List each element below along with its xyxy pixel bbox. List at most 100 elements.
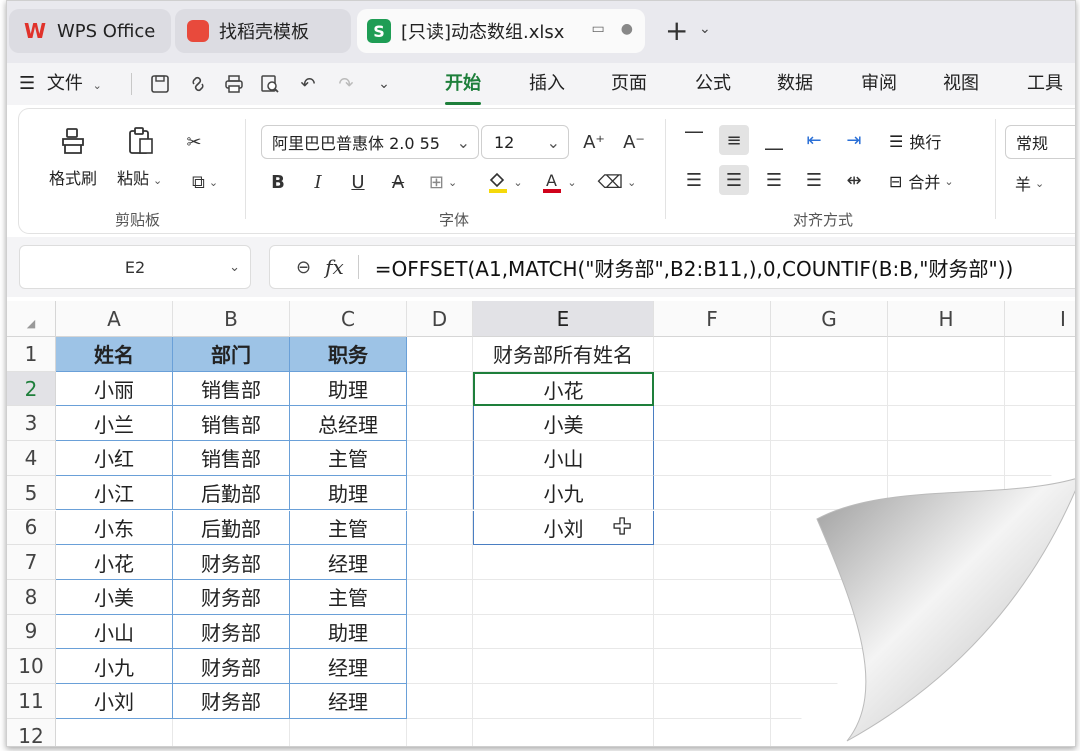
grid-cell[interactable] — [473, 684, 654, 719]
underline-button[interactable]: U — [343, 167, 373, 197]
table-cell[interactable]: 经理 — [290, 684, 407, 719]
column-header-e[interactable]: E — [473, 301, 654, 337]
grid-cell[interactable] — [654, 475, 771, 511]
menu-tab-page[interactable]: 页面 — [611, 69, 647, 99]
grid-cell[interactable] — [771, 406, 888, 442]
grid-cell[interactable] — [407, 337, 473, 372]
row-header-12[interactable]: 12 — [7, 718, 56, 746]
table-cell[interactable]: 销售部 — [173, 441, 290, 476]
result-cell[interactable]: 小美 — [473, 406, 654, 442]
menu-tab-insert[interactable]: 插入 — [529, 69, 565, 99]
grid-cell[interactable] — [654, 371, 771, 407]
grid-cell[interactable] — [290, 718, 407, 746]
table-cell[interactable]: 财务部 — [173, 684, 290, 719]
font-color-button[interactable]: A ⌄ — [539, 167, 579, 197]
column-header-a[interactable]: A — [56, 301, 173, 337]
undo-icon[interactable]: ↶ — [295, 71, 321, 97]
column-header-b[interactable]: B — [173, 301, 290, 337]
menu-tab-home[interactable]: 开始 — [445, 69, 481, 105]
grid-cell[interactable] — [407, 684, 473, 719]
wrap-text-button[interactable]: ☰ 换行 — [889, 129, 941, 153]
table-cell[interactable]: 小花 — [56, 545, 173, 580]
grid-cell[interactable] — [654, 441, 771, 476]
table-cell[interactable]: 小兰 — [56, 406, 173, 442]
table-cell[interactable]: 财务部 — [173, 545, 290, 580]
table-cell[interactable]: 小丽 — [56, 371, 173, 407]
save-icon[interactable] — [147, 71, 173, 97]
grid-cell[interactable] — [473, 579, 654, 615]
number-format-select[interactable]: 常规 — [1005, 125, 1075, 159]
table-cell[interactable]: 小红 — [56, 441, 173, 476]
grid-cell[interactable] — [473, 649, 654, 684]
grid-cell[interactable] — [407, 475, 473, 511]
table-cell[interactable]: 助理 — [290, 614, 407, 650]
grid-cell[interactable] — [407, 718, 473, 746]
italic-button[interactable]: I — [303, 167, 333, 197]
table-header-cell[interactable]: 姓名 — [56, 337, 173, 372]
table-cell[interactable]: 销售部 — [173, 371, 290, 407]
table-header-cell[interactable]: 职务 — [290, 337, 407, 372]
table-cell[interactable]: 财务部 — [173, 579, 290, 615]
column-header-c[interactable]: C — [290, 301, 407, 337]
table-header-cell[interactable]: 部门 — [173, 337, 290, 372]
function-fx-icon[interactable]: fx — [325, 255, 344, 279]
select-all-corner[interactable]: ◢ — [7, 301, 56, 337]
grid-cell[interactable] — [654, 684, 771, 719]
result-header-cell[interactable]: 财务部所有姓名 — [473, 337, 654, 372]
align-middle-icon[interactable]: ≡ — [719, 125, 749, 155]
font-shrink-icon[interactable]: A⁻ — [619, 127, 649, 157]
chevron-down-icon[interactable]: ⌄ — [699, 21, 711, 37]
grid-cell[interactable] — [771, 371, 888, 407]
row-header-7[interactable]: 7 — [7, 545, 56, 580]
table-cell[interactable]: 小美 — [56, 579, 173, 615]
font-family-select[interactable]: 阿里巴巴普惠体 2.0 55 ⌄ — [261, 125, 479, 159]
row-header-5[interactable]: 5 — [7, 475, 56, 511]
grid-cell[interactable] — [654, 545, 771, 580]
table-cell[interactable]: 后勤部 — [173, 475, 290, 511]
cut-icon[interactable]: ✂ — [179, 127, 209, 157]
table-cell[interactable]: 小江 — [56, 475, 173, 511]
print-icon[interactable] — [221, 71, 247, 97]
name-box[interactable]: E2 ⌄ — [19, 245, 251, 289]
row-header-2[interactable]: 2 — [7, 371, 56, 407]
fill-color-button[interactable]: ⌄ — [485, 167, 525, 197]
font-grow-icon[interactable]: A⁺ — [579, 127, 609, 157]
paste-button[interactable]: 粘贴 ⌄ — [117, 125, 162, 189]
tab-docer-templates[interactable]: 找稻壳模板 — [175, 9, 351, 53]
currency-format-button[interactable]: 羊 ⌄ — [1015, 171, 1044, 195]
format-painter-button[interactable]: 格式刷 — [49, 125, 97, 189]
table-cell[interactable]: 小东 — [56, 510, 173, 546]
table-cell[interactable]: 主管 — [290, 441, 407, 476]
menu-tab-formulas[interactable]: 公式 — [695, 69, 731, 99]
unsaved-dot-icon[interactable]: ● — [621, 21, 633, 37]
grid-cell[interactable] — [473, 614, 654, 650]
justify-icon[interactable]: ☰ — [799, 165, 829, 195]
table-cell[interactable]: 助理 — [290, 475, 407, 511]
decrease-indent-icon[interactable]: ⇤ — [799, 125, 829, 155]
link-icon[interactable] — [185, 71, 211, 97]
align-top-icon[interactable]: ⎺ — [679, 125, 709, 155]
grid-cell[interactable] — [1005, 372, 1075, 407]
font-size-select[interactable]: 12 ⌄ — [481, 125, 569, 159]
grid-cell[interactable] — [654, 579, 771, 615]
column-header-i[interactable]: I — [1005, 301, 1075, 337]
table-cell[interactable]: 小山 — [56, 614, 173, 650]
table-cell[interactable]: 财务部 — [173, 649, 290, 684]
grid-cell[interactable] — [407, 510, 473, 546]
row-header-4[interactable]: 4 — [7, 441, 56, 476]
grid-cell[interactable] — [407, 371, 473, 407]
window-display-icon[interactable]: ▭ — [592, 21, 605, 37]
result-cell[interactable]: 小九 — [473, 475, 654, 511]
row-header-8[interactable]: 8 — [7, 579, 56, 615]
grid-cell[interactable] — [173, 718, 290, 746]
grid-cell[interactable] — [654, 718, 771, 746]
grid-cell[interactable] — [407, 649, 473, 684]
active-cell[interactable]: 小花 — [473, 371, 654, 407]
chevron-down-icon[interactable]: ⌄ — [371, 71, 397, 97]
grid-cell[interactable] — [1005, 406, 1075, 442]
grid-cell[interactable] — [888, 406, 1005, 442]
borders-button[interactable]: ⊞ ⌄ — [423, 167, 463, 197]
formula-input[interactable]: ⊖ fx =OFFSET(A1,MATCH("财务部",B2:B11,),0,C… — [269, 245, 1075, 289]
table-cell[interactable]: 小刘 — [56, 684, 173, 719]
new-tab-plus-icon[interactable]: + — [665, 15, 688, 47]
